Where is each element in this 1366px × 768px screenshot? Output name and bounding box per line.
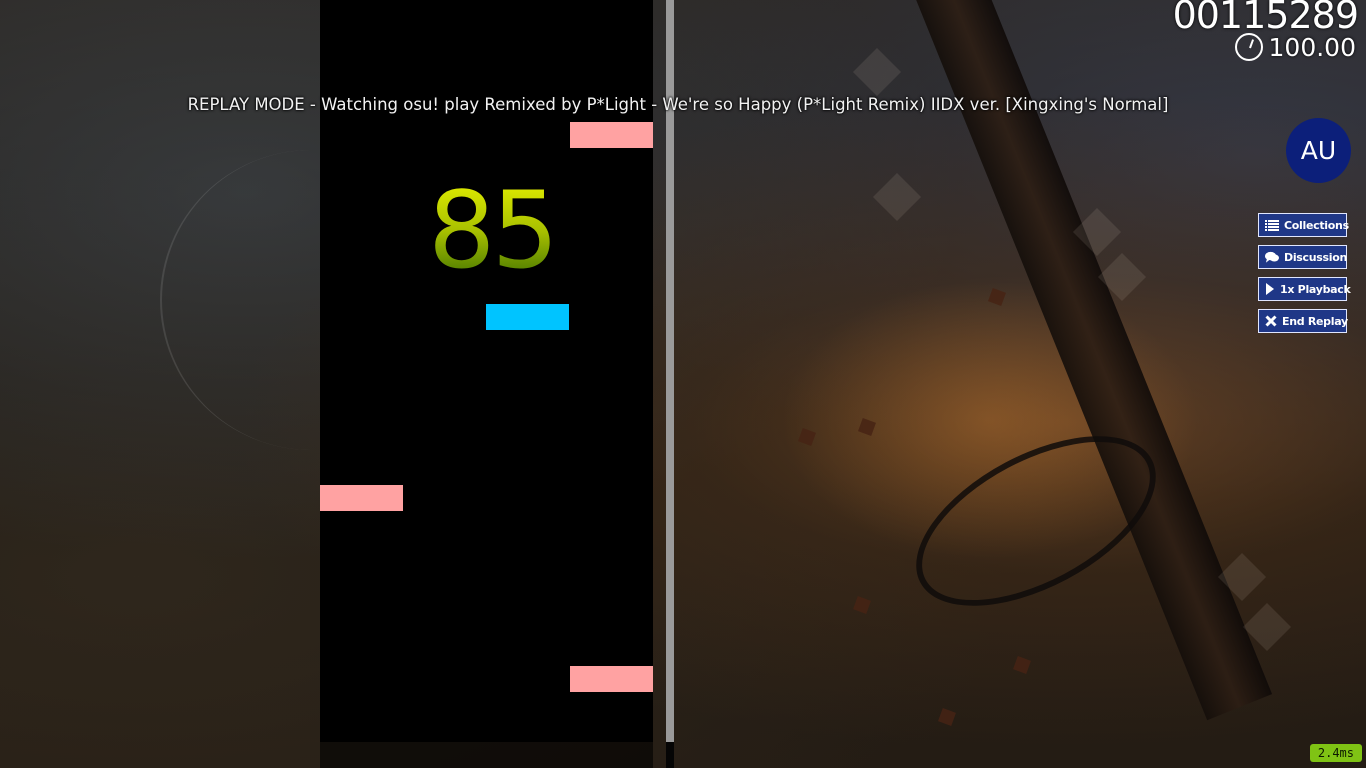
chat-bubble-icon xyxy=(1265,251,1279,263)
list-icon xyxy=(1265,219,1279,231)
replay-mode-banner: REPLAY MODE - Watching osu! play Remixed… xyxy=(187,95,1169,114)
score-display: 00115289 xyxy=(1172,0,1359,37)
discussion-button[interactable]: Discussion xyxy=(1258,245,1347,269)
latency-badge: 2.4ms xyxy=(1309,744,1362,762)
accuracy-row: 100.00 xyxy=(1234,30,1356,64)
combo-counter: 85 xyxy=(428,169,559,292)
background-cube xyxy=(853,596,871,614)
end-replay-button[interactable]: End Replay xyxy=(1258,309,1348,333)
collections-button[interactable]: Collections xyxy=(1258,213,1349,237)
pie-chart-icon xyxy=(1234,33,1263,61)
playfield-footer xyxy=(320,742,653,768)
background-cube xyxy=(938,708,956,726)
background-cube xyxy=(1013,656,1031,674)
playback-speed-button[interactable]: 1x Playback xyxy=(1258,277,1351,301)
note-lane-3 xyxy=(486,304,569,330)
play-icon xyxy=(1265,283,1275,295)
note-lane-4 xyxy=(570,666,653,692)
playback-speed-label: 1x Playback xyxy=(1280,282,1351,296)
collections-label: Collections xyxy=(1284,218,1349,232)
end-replay-label: End Replay xyxy=(1282,314,1348,328)
background-diamond xyxy=(872,172,922,222)
accuracy-display: 100.00 xyxy=(1268,32,1356,62)
avatar[interactable]: AU xyxy=(1286,118,1351,183)
playfield-progress-bar-foot xyxy=(666,742,674,768)
note-lane-1 xyxy=(320,485,403,511)
avatar-initials: AU xyxy=(1300,136,1337,165)
note-lane-4 xyxy=(570,122,653,148)
close-icon xyxy=(1265,315,1277,327)
background-diamond xyxy=(852,47,902,97)
game-screen: 85 REPLAY MODE - Watching osu! play Remi… xyxy=(0,0,1366,768)
discussion-label: Discussion xyxy=(1284,250,1348,264)
